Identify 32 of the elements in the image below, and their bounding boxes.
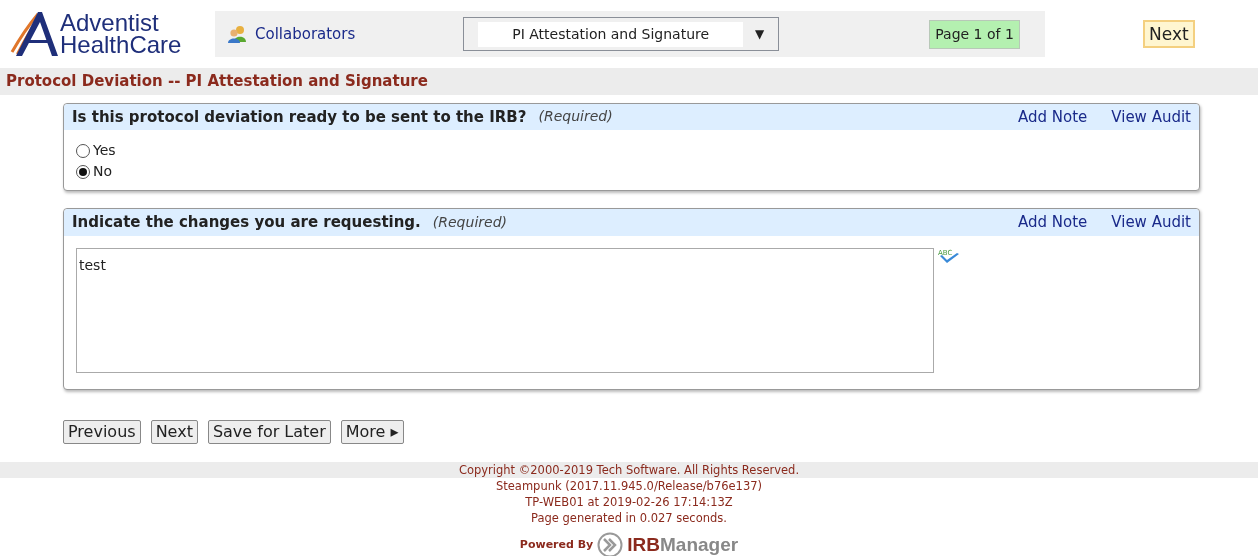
logo-text: HealthCare bbox=[60, 34, 182, 56]
collaborators-link[interactable]: Collaborators bbox=[255, 22, 356, 46]
page-title: Protocol Deviation -- PI Attestation and Signature bbox=[0, 68, 1258, 95]
logo-text: Adventist bbox=[60, 12, 160, 34]
footer-text: Page generated in 0.027 seconds. bbox=[531, 510, 727, 525]
chevron-logo-icon bbox=[597, 531, 624, 556]
option-label: Yes bbox=[93, 141, 116, 160]
form-button[interactable]: Save for Later bbox=[207, 419, 331, 444]
page-indicator: Page 1 of 1 bbox=[929, 19, 1020, 49]
radio-button[interactable] bbox=[76, 143, 90, 158]
people-icon bbox=[227, 25, 247, 43]
action-link[interactable]: View Audit bbox=[1111, 211, 1191, 234]
brand-name: IRBManager bbox=[627, 536, 739, 553]
form-button[interactable]: Previous bbox=[63, 419, 141, 444]
action-link[interactable]: Add Note bbox=[1017, 105, 1088, 128]
footer-text: Steampunk (2017.11.945.0/Release/b76e137) bbox=[495, 478, 763, 493]
form-button[interactable]: Next bbox=[150, 419, 198, 444]
form-button[interactable]: More ▸ bbox=[340, 419, 404, 444]
powered-by-text: Powered By bbox=[519, 536, 594, 553]
page-select[interactable]: PI Attestation and Signature ▼ bbox=[463, 17, 780, 51]
question-text: Is this protocol deviation ready to be sent to the IRB? bbox=[72, 106, 527, 128]
radio-button[interactable] bbox=[76, 164, 90, 179]
option-label: No bbox=[93, 162, 113, 181]
text-area[interactable]: test bbox=[76, 247, 934, 373]
footer-text: TP-WEB01 at 2019-02-26 17:14:13Z bbox=[525, 494, 733, 509]
required-label: (Required) bbox=[432, 212, 507, 232]
required-label: (Required) bbox=[538, 107, 613, 127]
question-text: Indicate the changes you are requesting. bbox=[72, 212, 421, 233]
footer-text: Copyright ©2000-2019 Tech Software. All Rights Reserved. bbox=[458, 462, 800, 477]
action-link[interactable]: View Audit bbox=[1111, 105, 1191, 128]
action-link[interactable]: Add Note bbox=[1017, 211, 1088, 234]
next-button[interactable]: Next bbox=[1143, 20, 1195, 48]
